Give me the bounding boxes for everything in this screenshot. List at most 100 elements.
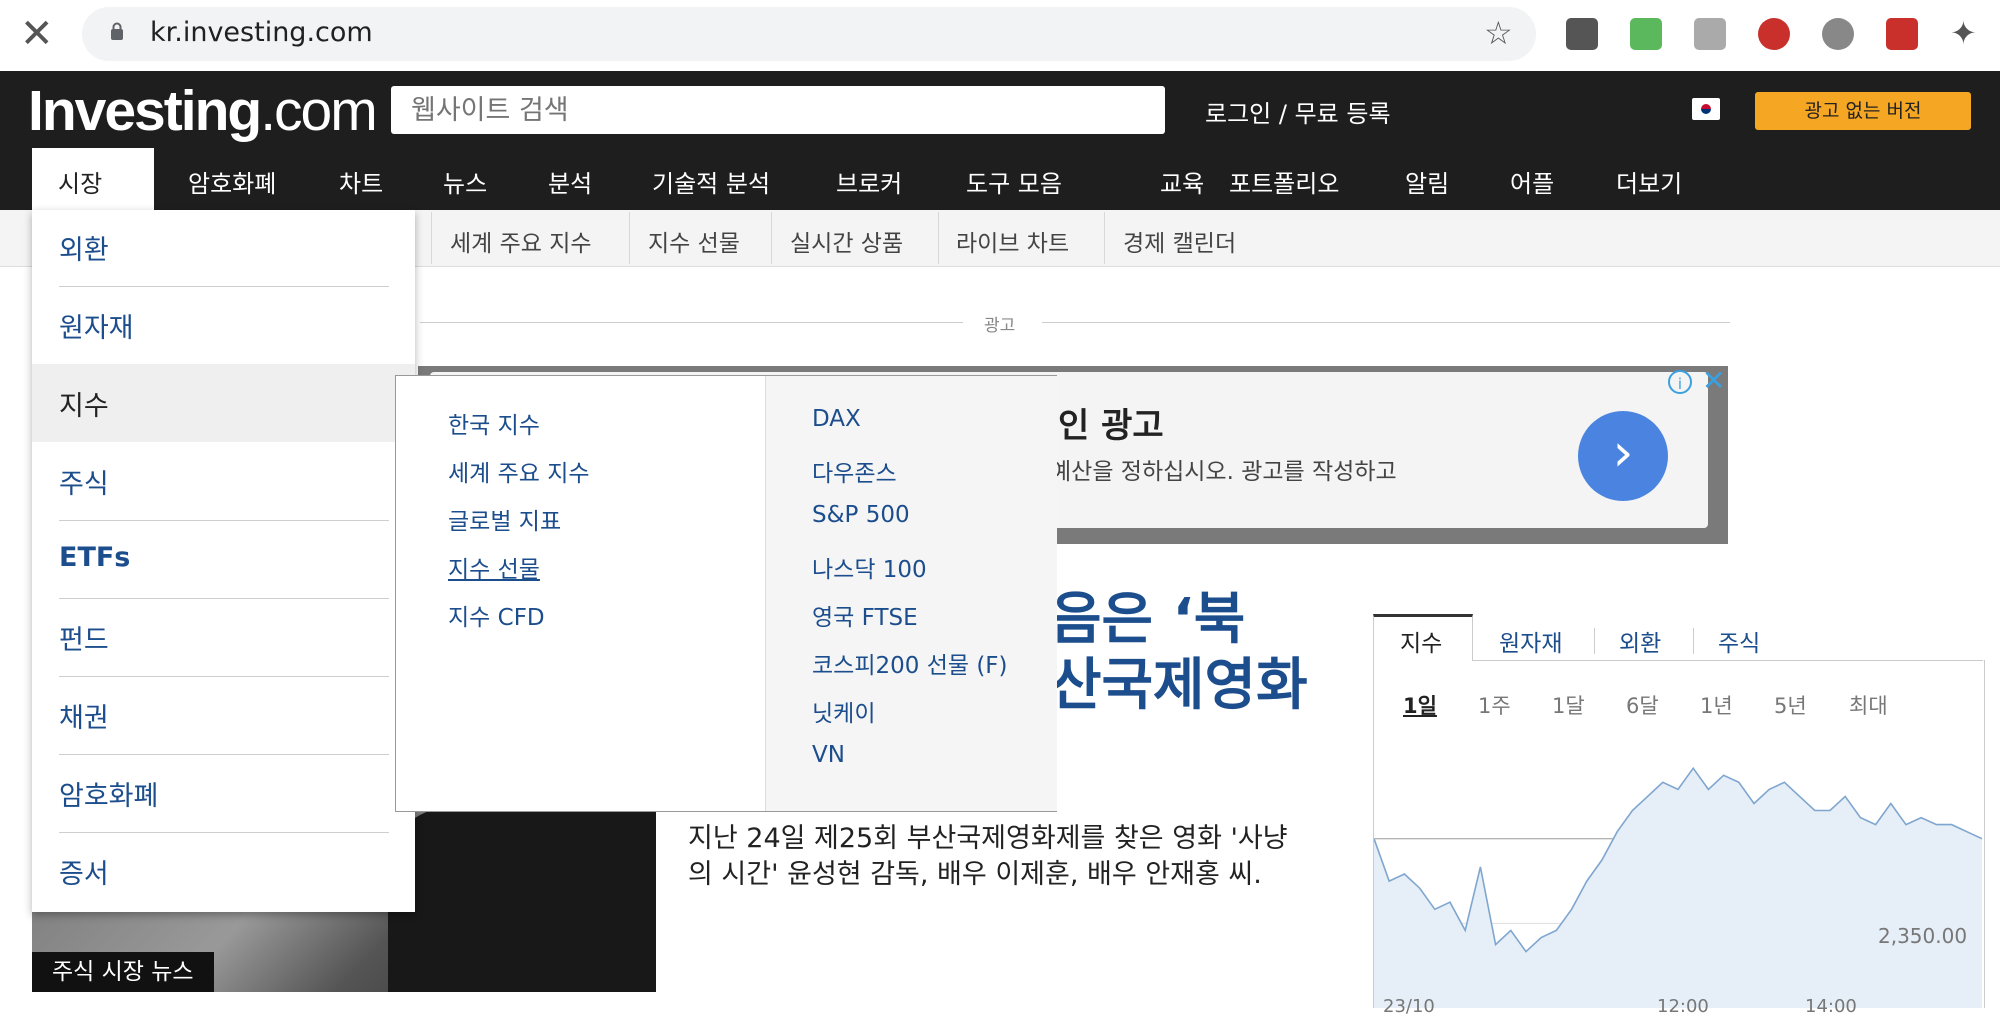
- submenu-index-futures[interactable]: 지수 선물: [448, 550, 540, 584]
- submenu-vn[interactable]: VN: [812, 742, 845, 768]
- subnav-index-futures[interactable]: 지수 선물: [648, 224, 740, 258]
- ad-close-icon[interactable]: ✕: [1702, 364, 1725, 397]
- indices-submenu-column2: [765, 376, 1057, 811]
- lock-icon: [111, 22, 123, 40]
- submenu-global-indicators[interactable]: 글로벌 지표: [448, 502, 561, 536]
- submenu-ftse[interactable]: 영국 FTSE: [812, 598, 918, 632]
- nav-crypto[interactable]: 암호화폐: [188, 164, 276, 199]
- menu-item-forex[interactable]: 외환: [59, 228, 109, 267]
- bookmark-star-icon[interactable]: ☆: [1484, 14, 1513, 52]
- nav-tools[interactable]: 도구 모음: [966, 164, 1062, 199]
- widget-tab-commodities[interactable]: 원자재: [1499, 624, 1562, 658]
- subnav-world-indices[interactable]: 세계 주요 지수: [450, 224, 592, 258]
- menu-item-bonds[interactable]: 채권: [59, 696, 109, 735]
- range-5y[interactable]: 5년: [1774, 690, 1807, 720]
- submenu-nasdaq100[interactable]: 나스닥 100: [812, 550, 927, 584]
- ad-info-icon[interactable]: i: [1668, 370, 1692, 394]
- chart-x-tick-label: 14:00: [1805, 996, 1857, 1017]
- range-1m[interactable]: 1달: [1552, 690, 1585, 720]
- menu-divider: [59, 598, 389, 599]
- menu-divider: [59, 754, 389, 755]
- submenu-sp500[interactable]: S&P 500: [812, 502, 910, 528]
- menu-divider: [59, 520, 389, 521]
- submenu-index-cfd[interactable]: 지수 CFD: [448, 598, 545, 632]
- no-ads-button[interactable]: 광고 없는 버전: [1755, 92, 1971, 130]
- menu-item-crypto[interactable]: 암호화폐: [59, 774, 158, 813]
- submenu-world-indices[interactable]: 세계 주요 지수: [448, 454, 590, 488]
- login-link[interactable]: 로그인 / 무료 등록: [1205, 94, 1391, 129]
- extension-icon-2[interactable]: [1630, 18, 1662, 50]
- submenu-nikkei[interactable]: 닛케이: [812, 694, 875, 728]
- widget-tab-forex[interactable]: 외환: [1619, 624, 1661, 658]
- ad-divider-line: [420, 322, 963, 323]
- nav-news[interactable]: 뉴스: [443, 164, 487, 199]
- range-6m[interactable]: 6달: [1626, 690, 1659, 720]
- url-text[interactable]: kr.investing.com: [150, 17, 373, 48]
- chart-x-tick-label: 23/10: [1383, 996, 1435, 1017]
- menu-divider: [59, 832, 389, 833]
- widget-tab-indices[interactable]: 지수: [1400, 624, 1442, 658]
- subnav-economic-calendar[interactable]: 경제 캘린더: [1123, 224, 1236, 258]
- chart-x-tick-label: 12:00: [1657, 996, 1709, 1017]
- subnav-live-charts[interactable]: 라이브 차트: [956, 224, 1069, 258]
- submenu-kospi200-futures[interactable]: 코스피200 선물 (F): [812, 646, 1008, 680]
- korea-flag-icon[interactable]: [1692, 98, 1720, 120]
- subnav-divider: [431, 212, 432, 264]
- nav-education[interactable]: 교육: [1160, 164, 1204, 199]
- range-1y[interactable]: 1년: [1700, 690, 1733, 720]
- nav-technical[interactable]: 기술적 분석: [652, 164, 770, 199]
- nav-apps[interactable]: 어플: [1510, 164, 1554, 199]
- menu-item-funds[interactable]: 펀드: [59, 618, 109, 657]
- submenu-korea-indices[interactable]: 한국 지수: [448, 406, 540, 440]
- chart-y-tick-label: 2,350.00: [1878, 924, 1968, 948]
- menu-divider: [59, 676, 389, 677]
- logo-dot-text: .com: [260, 79, 378, 143]
- nav-portfolio[interactable]: 포트폴리오: [1229, 164, 1339, 199]
- nav-more[interactable]: 더보기: [1616, 164, 1682, 199]
- subnav-divider: [771, 212, 772, 264]
- subnav-divider: [938, 212, 939, 264]
- ad-divider-line: [1042, 322, 1730, 323]
- menu-item-commodities[interactable]: 원자재: [59, 306, 134, 345]
- menu-divider: [59, 286, 389, 287]
- widget-tab-stocks[interactable]: 주식: [1718, 624, 1760, 658]
- headline-line2[interactable]: 산국제영화: [1050, 640, 1308, 721]
- subnav-live-commodities[interactable]: 실시간 상품: [790, 224, 903, 258]
- range-1w[interactable]: 1주: [1478, 690, 1511, 720]
- nav-brokers[interactable]: 브로커: [836, 164, 902, 199]
- menu-item-stocks[interactable]: 주식: [59, 462, 109, 501]
- photo-caption-label[interactable]: 주식 시장 뉴스: [32, 952, 214, 992]
- ad-body-line1: 예산을 정하십시오. 광고를 작성하고: [1050, 459, 1397, 485]
- menu-item-certificates[interactable]: 증서: [59, 852, 109, 891]
- extension-icon-4[interactable]: [1758, 18, 1790, 50]
- menu-item-etfs[interactable]: ETFs: [59, 542, 130, 573]
- widget-tab-divider: [1693, 628, 1694, 654]
- submenu-dax[interactable]: DAX: [812, 406, 861, 432]
- extension-icon-6[interactable]: [1886, 18, 1918, 50]
- article-excerpt-line1: 지난 24일 제25회 부산국제영화제를 찾은 영화 '사냥: [688, 823, 1288, 854]
- range-1d[interactable]: 1일: [1403, 690, 1437, 720]
- subnav-divider: [1104, 212, 1105, 264]
- close-tab-icon[interactable]: ✕: [20, 14, 54, 54]
- search-input[interactable]: [391, 86, 1165, 134]
- range-max[interactable]: 최대: [1849, 690, 1888, 720]
- nav-charts[interactable]: 차트: [339, 164, 383, 199]
- nav-markets[interactable]: 시장: [58, 164, 102, 199]
- extension-icon-3[interactable]: [1694, 18, 1726, 50]
- extensions-puzzle-icon[interactable]: ✦: [1950, 14, 1977, 52]
- site-logo[interactable]: Investing.com: [28, 78, 378, 144]
- ad-chevron-right-icon[interactable]: ›: [1578, 411, 1668, 501]
- menu-item-indices[interactable]: 지수: [59, 384, 109, 423]
- submenu-dow-jones[interactable]: 다우존스: [812, 454, 897, 488]
- news-photo-subject: [388, 808, 656, 992]
- extension-icon-5[interactable]: [1822, 18, 1854, 50]
- nav-analysis[interactable]: 분석: [548, 164, 592, 199]
- article-excerpt-line2: 의 시간' 윤성현 감독, 배우 이제훈, 배우 안재홍 씨.: [688, 859, 1262, 890]
- ad-title: 인 광고: [1058, 406, 1164, 446]
- extension-icon-1[interactable]: [1566, 18, 1598, 50]
- subnav-divider: [629, 212, 630, 264]
- logo-main-text: Investing: [28, 79, 262, 143]
- ad-label: 광고: [984, 316, 1016, 336]
- nav-alerts[interactable]: 알림: [1405, 164, 1449, 199]
- index-line-chart[interactable]: [1374, 740, 1982, 1008]
